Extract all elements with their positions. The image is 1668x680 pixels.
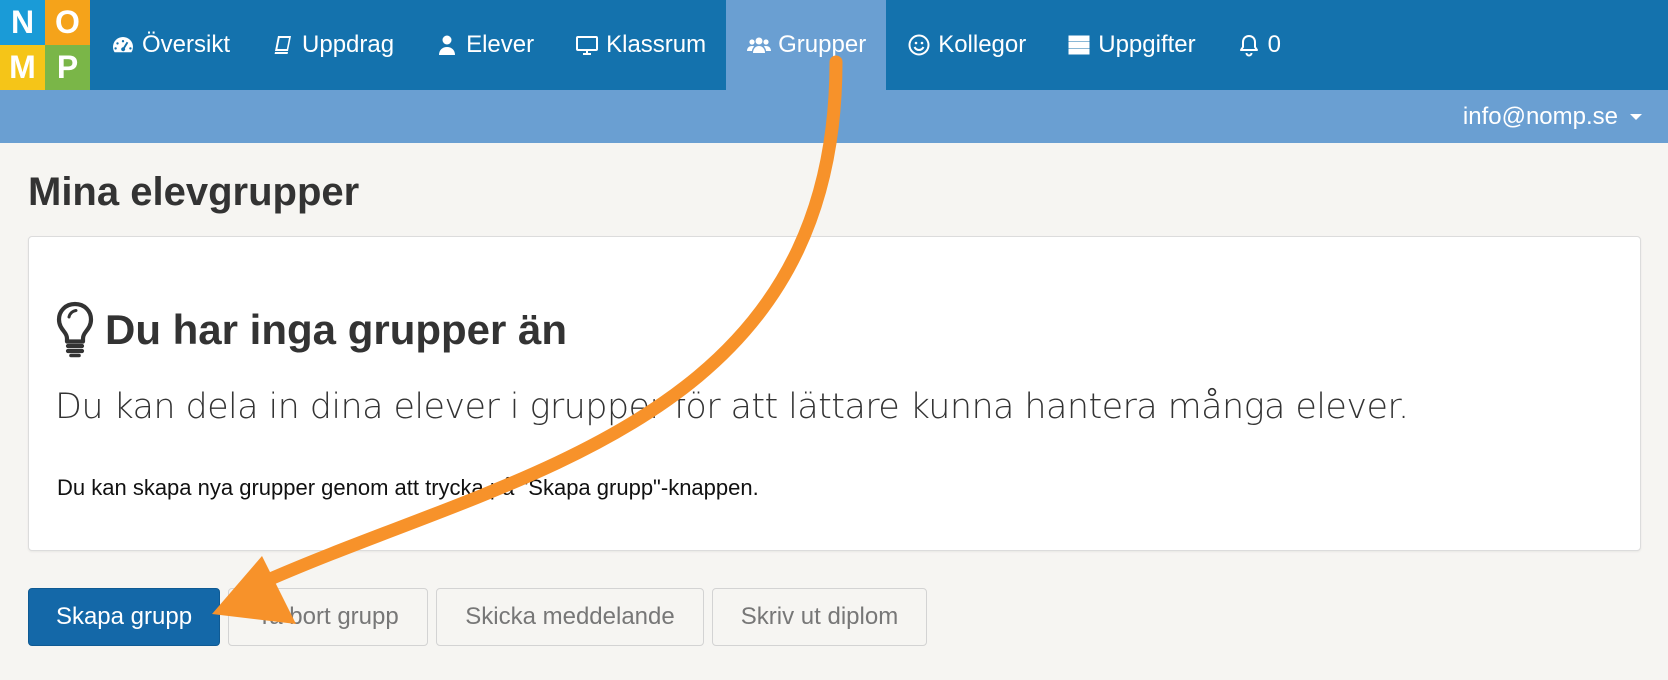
nav-item-kollegor[interactable]: Kollegor <box>886 0 1046 90</box>
caret-down-icon <box>1630 113 1642 120</box>
nav-item-elever[interactable]: Elever <box>414 0 554 90</box>
nav-item-notifications[interactable]: 0 <box>1216 0 1301 90</box>
page-title: Mina elevgrupper <box>28 170 360 214</box>
smiley-icon <box>906 32 932 58</box>
print-diploma-button[interactable]: Skriv ut diplom <box>712 588 927 646</box>
empty-state-title: Du har inga grupper än <box>105 306 568 353</box>
nav-label: Uppdrag <box>302 31 395 58</box>
logo-letter: P <box>45 45 90 90</box>
user-email: info@nomp.se <box>1462 102 1618 130</box>
send-message-button[interactable]: Skicka meddelande <box>436 588 704 646</box>
nomp-logo[interactable]: N O M P <box>0 0 90 90</box>
notification-count: 0 <box>1267 31 1281 58</box>
nav-label: Översikt <box>142 31 231 58</box>
empty-state-lead: Du kan dela in dina elever i grupper för… <box>55 387 1409 427</box>
dashboard-icon <box>110 32 136 58</box>
nav-label: Kollegor <box>938 31 1027 58</box>
user-icon <box>434 32 460 58</box>
empty-state-panel: Du har inga grupper än Du kan dela in di… <box>28 236 1641 551</box>
nav-label: Grupper <box>778 31 867 58</box>
nav-item-uppgifter[interactable]: Uppgifter <box>1046 0 1215 90</box>
nav-item-uppdrag[interactable]: Uppdrag <box>250 0 414 90</box>
nav-item-grupper[interactable]: Grupper <box>726 0 887 90</box>
empty-state-heading: Du har inga grupper än <box>55 301 567 359</box>
nav-label: Elever <box>466 31 535 58</box>
logo-letter: O <box>45 0 90 45</box>
logo-letter: M <box>0 45 45 90</box>
create-group-button[interactable]: Skapa grupp <box>28 588 220 646</box>
delete-group-button[interactable]: Ta bort grupp <box>228 588 428 646</box>
users-icon <box>746 32 772 58</box>
nav-label: Klassrum <box>606 31 707 58</box>
lightbulb-icon <box>56 301 94 358</box>
nav-item-klassrum[interactable]: Klassrum <box>554 0 726 90</box>
group-actions: Skapa grupp Ta bort grupp Skicka meddela… <box>28 588 927 646</box>
logo-letter: N <box>0 0 45 45</box>
bell-icon <box>1236 32 1262 58</box>
book-icon <box>270 32 296 58</box>
empty-state-hint: Du kan skapa nya grupper genom att tryck… <box>57 475 759 500</box>
top-navbar: N O M P Översikt Uppdrag Elever Klassrum… <box>0 0 1668 90</box>
grid-icon <box>1066 32 1092 58</box>
user-menu[interactable]: info@nomp.se <box>1463 90 1642 143</box>
monitor-icon <box>574 32 600 58</box>
nav-item-oversikt[interactable]: Översikt <box>90 0 250 90</box>
nav-label: Uppgifter <box>1098 31 1196 58</box>
main-nav: Översikt Uppdrag Elever Klassrum Grupper <box>90 0 1301 90</box>
sub-navbar: info@nomp.se <box>0 90 1668 143</box>
